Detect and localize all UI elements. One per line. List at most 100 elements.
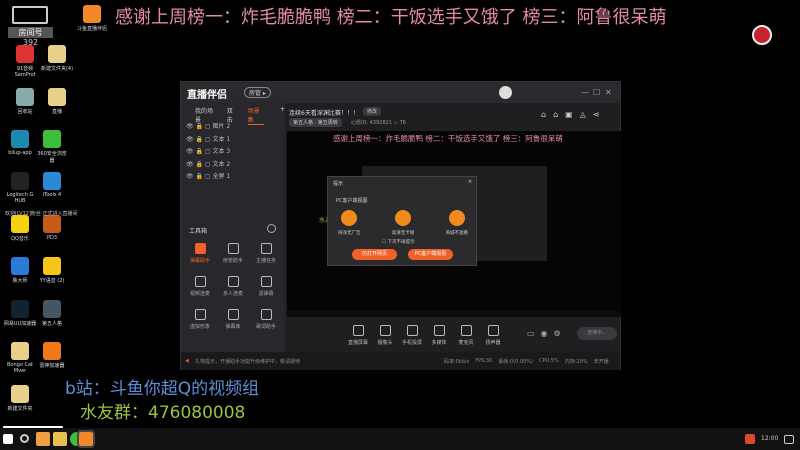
- edit-title-button[interactable]: 修改: [363, 107, 382, 116]
- dialog-subtitle: PC客户端视图: [336, 198, 368, 204]
- desktop-icon[interactable]: 新建文件夹: [3, 385, 37, 412]
- app-icon: [11, 257, 29, 275]
- tool-item[interactable]: 弹幕库: [218, 309, 248, 330]
- add-scene-button[interactable]: +: [280, 106, 285, 125]
- streamer-app-icon[interactable]: [77, 430, 95, 448]
- desktop-icon[interactable]: Bongo Cat Mver: [3, 342, 37, 374]
- desktop-icon[interactable]: 第五人格: [35, 300, 69, 327]
- desktop-icon[interactable]: 雷神加速器: [35, 342, 69, 369]
- notification-icon[interactable]: [784, 435, 794, 444]
- control-icon: [433, 325, 445, 336]
- layer-item[interactable]: 👁 🔒 ▢ 文本 3: [186, 146, 230, 155]
- taskbar: 12:00: [0, 428, 800, 450]
- desktop-icon[interactable]: QQ音乐: [3, 215, 37, 242]
- control-button[interactable]: 直播屏幕: [343, 325, 373, 346]
- pc-client-button[interactable]: PC客户端观看: [408, 249, 453, 260]
- desktop-icon[interactable]: 网易UU加速器: [3, 300, 37, 327]
- taskbar-app-icon[interactable]: [36, 432, 50, 446]
- desktop-icon[interactable]: 新建文件夹(4): [40, 45, 74, 72]
- app-logo: 直播伴侣: [187, 90, 227, 101]
- record-icon[interactable]: [752, 25, 772, 45]
- tool-item[interactable]: 弹幕助手: [185, 243, 215, 264]
- layer-item[interactable]: 👁 🔒 ▢ 文本 2: [186, 159, 230, 168]
- desktop-icon[interactable]: 回收站: [8, 88, 42, 115]
- header-icons[interactable]: ⌂⌂▣◬⋖: [541, 110, 607, 119]
- layer-item[interactable]: 👁 🔒 ▢ 全屏 1: [186, 171, 230, 180]
- desktop-icon-label: iTools 4: [42, 192, 62, 198]
- control-label: 摄像头: [377, 340, 393, 346]
- folder-icon[interactable]: [53, 432, 67, 446]
- desktop-icon-label: bilup-app: [8, 150, 32, 156]
- control-button[interactable]: 麦克风: [451, 325, 481, 346]
- more-icon[interactable]: [267, 224, 276, 233]
- desktop-icon-label: 网易UU加速器: [3, 321, 37, 327]
- desktop-icon[interactable]: 360安全浏览器: [35, 130, 69, 164]
- layer-item[interactable]: 👁 🔒 ▢ 图片 2: [186, 121, 230, 130]
- desktop-icon-label: Bongo Cat Mver: [7, 362, 33, 374]
- desktop-icon[interactable]: 鲁大师: [3, 257, 37, 284]
- notice-text: 欢迎[LV12]粉丝 正式进入直播间: [5, 211, 78, 217]
- title-bar: 直播伴侣 房管 ▸ — ☐ ✕: [181, 82, 620, 103]
- tool-item[interactable]: 歌词助手: [251, 309, 281, 330]
- search-icon[interactable]: [20, 434, 29, 443]
- tool-item[interactable]: 多人连麦: [218, 276, 248, 297]
- tool-item[interactable]: 滤弹幕: [251, 276, 281, 297]
- app-icon: [16, 45, 34, 63]
- tool-icon: [194, 309, 206, 320]
- desktop-icon-label: Logitech G HUB: [6, 192, 34, 204]
- dont-show-checkbox[interactable]: ☐ 下次不再提示: [382, 239, 414, 245]
- desktop-icon-label: QQ音乐: [11, 236, 29, 242]
- app-icon: [11, 172, 29, 190]
- app-icon: [11, 300, 29, 318]
- layer-label: 全屏 1: [212, 173, 231, 180]
- tool-label: 多人连麦: [222, 291, 243, 297]
- desktop-icon[interactable]: Logitech G HUB: [3, 172, 37, 204]
- desktop-icon[interactable]: 91音频 SamProf: [8, 45, 42, 78]
- minimize-button[interactable]: —: [581, 88, 589, 97]
- camera-eye-settings-icons[interactable]: ▭◉⚙: [527, 329, 567, 338]
- start-stream-button[interactable]: 连接中...: [577, 327, 617, 340]
- tool-label: 虚拟形象: [189, 324, 210, 330]
- tool-item[interactable]: 主播任务: [251, 243, 281, 264]
- maximize-button[interactable]: ☐: [593, 88, 600, 97]
- desktop-icon-label: 91音频 SamProf: [14, 66, 36, 78]
- desktop-icon[interactable]: YY语音 (2): [35, 257, 69, 284]
- start-icon[interactable]: [3, 434, 13, 444]
- control-button[interactable]: 扬声器: [478, 325, 508, 346]
- tool-item[interactable]: 视频连麦: [185, 276, 215, 297]
- desktop-icon-label: 直播: [51, 109, 62, 115]
- bilibili-text: b站：斗鱼你超Q的视频组: [65, 379, 260, 399]
- stat-item: 码率:0kb/s: [444, 359, 470, 365]
- control-button[interactable]: 摄像头: [370, 325, 400, 346]
- tool-icon: [260, 309, 272, 320]
- tool-item[interactable]: 房管助手: [218, 243, 248, 264]
- app-icon: [43, 300, 61, 318]
- desktop-icon[interactable]: bilup-app: [3, 130, 37, 156]
- tool-item[interactable]: 虚拟形象: [185, 309, 215, 330]
- close-button[interactable]: ✕: [605, 88, 612, 97]
- desktop-icon-label: 第五人格: [41, 321, 62, 327]
- control-button[interactable]: 手机投屏: [397, 325, 427, 346]
- tool-icon: [260, 243, 272, 254]
- tool-icon: [227, 243, 239, 254]
- stat-item: FPS:30: [475, 358, 493, 364]
- tool-label: 弹幕助手: [189, 258, 210, 264]
- category-selector[interactable]: 第五人格 · 第五周转: [289, 118, 342, 127]
- desktop-icon[interactable]: iTools 4: [35, 172, 69, 198]
- app-icon: [48, 45, 66, 63]
- desktop-icon[interactable]: PD3: [35, 215, 69, 241]
- avatar[interactable]: [499, 86, 512, 99]
- control-button[interactable]: 多媒体: [424, 325, 454, 346]
- desktop-icon[interactable]: 直播: [40, 88, 74, 115]
- dialog-close-button[interactable]: ✕: [468, 179, 472, 185]
- open-web-button[interactable]: 仍打开网页: [352, 249, 397, 260]
- tray-app-icon[interactable]: [745, 434, 755, 444]
- app-icon: [16, 88, 34, 106]
- tab-scene-set[interactable]: 场景集: [247, 106, 264, 125]
- feature-no-ads: 纯净无广告: [338, 210, 361, 236]
- desktop-icon[interactable]: 斗鱼直播伴侣: [75, 5, 109, 32]
- version-badge[interactable]: 房管 ▸: [244, 87, 271, 98]
- desktop-icon-label: 新建文件夹: [7, 406, 33, 412]
- layer-item[interactable]: 👁 🔒 ▢ 文本 1: [186, 134, 230, 143]
- status-bar: ◀ 礼物提示，开播助手功能升级维护中，敬请期待 码率:0kb/s FPS:30 丢帧…: [181, 352, 620, 370]
